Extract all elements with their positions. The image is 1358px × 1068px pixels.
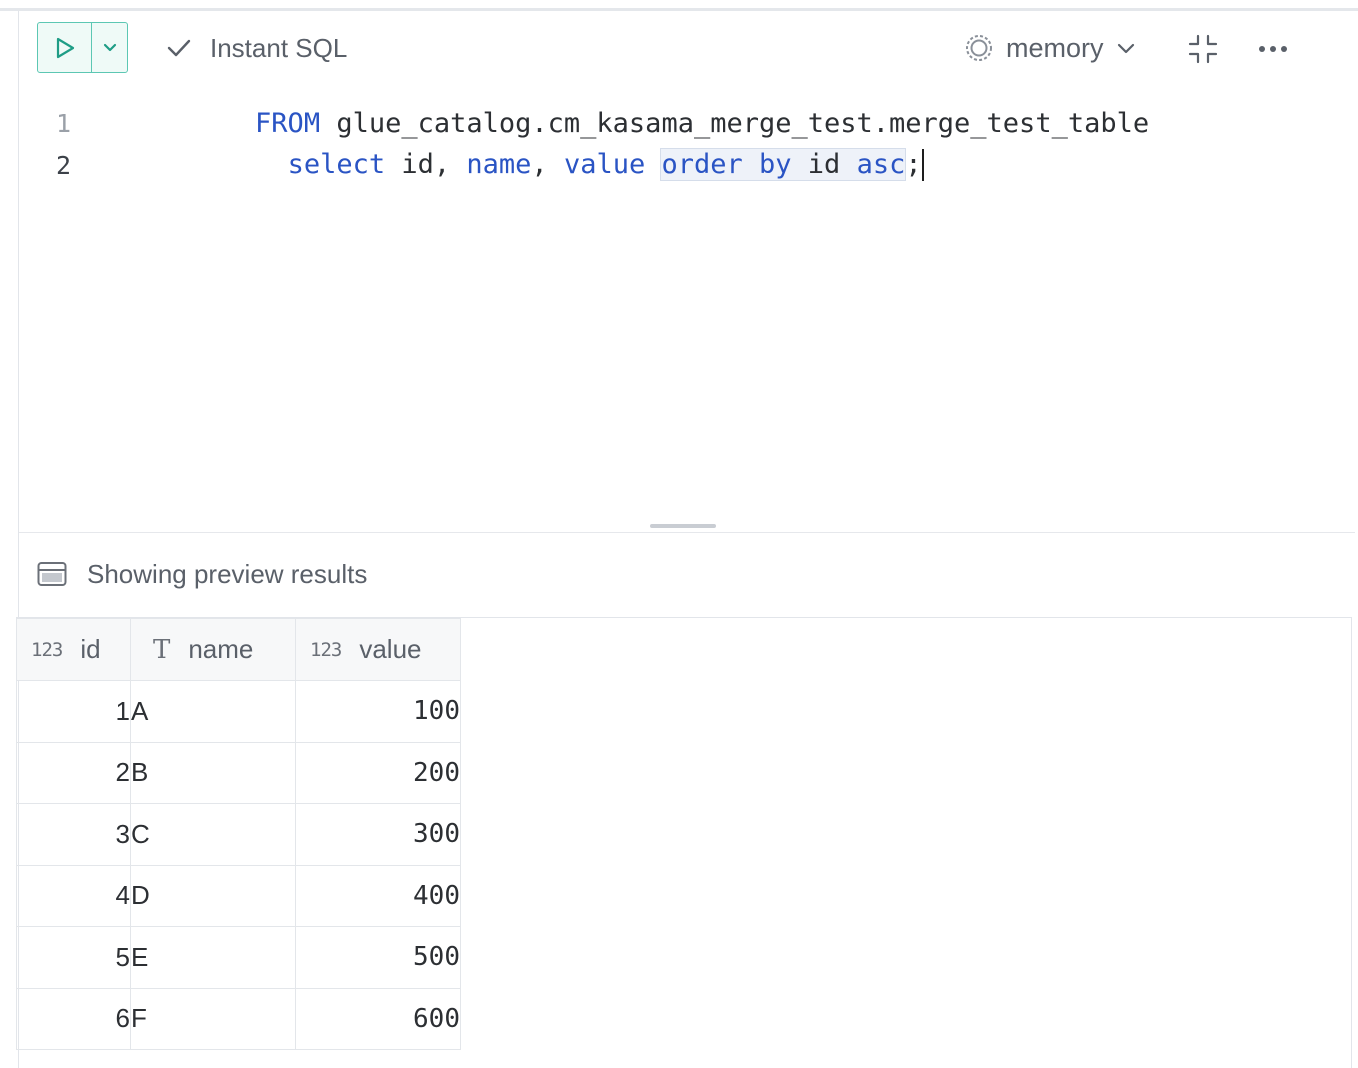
table-header-row: 123 id T name 123 value — [16, 618, 461, 681]
cell-name[interactable]: B — [130, 741, 296, 804]
run-button[interactable] — [38, 23, 92, 72]
table-row[interactable]: 2 B 200 — [16, 741, 461, 804]
collapse-button[interactable] — [1187, 33, 1219, 65]
number-type-icon: 123 — [310, 638, 342, 661]
cell-value[interactable]: 500 — [295, 926, 461, 989]
results-header-label: Showing preview results — [87, 558, 368, 589]
chevron-down-icon — [103, 43, 116, 51]
cell-name[interactable]: A — [130, 680, 296, 743]
collapse-icon — [1188, 34, 1218, 64]
ellipsis-icon — [1259, 46, 1287, 52]
run-button-group — [37, 22, 128, 73]
column-header-label: name — [188, 634, 254, 664]
column-header-name[interactable]: T name — [130, 618, 296, 681]
results-panel: 123 id T name 123 value 1 A 100 2 B 200 … — [16, 617, 1352, 1068]
cell-name[interactable]: C — [130, 803, 296, 866]
sql-text: ; — [905, 148, 922, 180]
sql-keyword: order — [661, 148, 743, 180]
chevron-down-icon — [1116, 41, 1136, 55]
editor-results-divider — [19, 532, 1355, 533]
cell-id[interactable]: 3 — [16, 803, 131, 866]
play-icon — [56, 37, 74, 58]
cell-value[interactable]: 300 — [295, 803, 461, 866]
cell-id[interactable]: 4 — [16, 864, 131, 927]
sql-keyword: asc — [856, 148, 906, 180]
check-icon — [166, 35, 192, 61]
sql-keyword: select — [287, 148, 386, 180]
table-row[interactable]: 4 D 400 — [16, 864, 461, 927]
line-number: 2 — [55, 150, 71, 180]
results-header: Showing preview results — [37, 556, 367, 592]
sql-text: id — [791, 148, 857, 180]
column-header-label: id — [80, 634, 101, 664]
cell-id[interactable]: 5 — [16, 926, 131, 989]
text-type-icon: T — [153, 634, 171, 665]
results-table: 123 id T name 123 value 1 A 100 2 B 200 … — [16, 618, 461, 1050]
sql-editor[interactable]: 1 FROM glue_catalog.cm_kasama_merge_test… — [19, 101, 1355, 521]
column-header-value[interactable]: 123 value — [295, 618, 461, 681]
database-status-icon — [964, 33, 994, 63]
sql-keyword: by — [759, 148, 792, 180]
text-cursor — [921, 149, 924, 182]
line-number: 1 — [55, 108, 71, 138]
sql-keyword: name — [466, 148, 532, 180]
column-header-id[interactable]: 123 id — [16, 618, 131, 681]
cell-value[interactable]: 200 — [295, 741, 461, 804]
cell-name[interactable]: E — [130, 926, 296, 989]
selection-highlight: order by id asc — [660, 147, 907, 181]
instant-sql-label: Instant SQL — [210, 32, 348, 63]
cell-id[interactable]: 2 — [16, 741, 131, 804]
cell-name[interactable]: F — [130, 987, 296, 1050]
instant-sql-toggle[interactable]: Instant SQL — [166, 33, 347, 63]
database-selector[interactable]: memory — [964, 31, 1136, 65]
resize-handle[interactable] — [650, 524, 716, 528]
table-row[interactable]: 3 C 300 — [16, 803, 461, 866]
cell-id[interactable]: 1 — [16, 680, 131, 743]
table-row[interactable]: 1 A 100 — [16, 680, 461, 743]
cell-value[interactable]: 400 — [295, 864, 461, 927]
sql-text: id, — [385, 148, 467, 180]
sql-text: , — [531, 148, 564, 180]
sql-keyword: value — [563, 148, 646, 180]
run-options-dropdown[interactable] — [92, 23, 127, 72]
table-preview-icon — [37, 561, 67, 587]
more-options-button[interactable] — [1257, 35, 1289, 63]
database-label: memory — [1006, 32, 1104, 63]
cell-value[interactable]: 100 — [295, 680, 461, 743]
cell-name[interactable]: D — [130, 864, 296, 927]
sql-cell: Instant SQL memory 1 FROM glue_catalog.c… — [16, 11, 1355, 1068]
cell-id[interactable]: 6 — [16, 987, 131, 1050]
table-row[interactable]: 6 F 600 — [16, 987, 461, 1050]
column-header-label: value — [359, 634, 422, 664]
number-type-icon: 123 — [31, 638, 63, 661]
cell-value[interactable]: 600 — [295, 987, 461, 1050]
table-row[interactable]: 5 E 500 — [16, 926, 461, 989]
